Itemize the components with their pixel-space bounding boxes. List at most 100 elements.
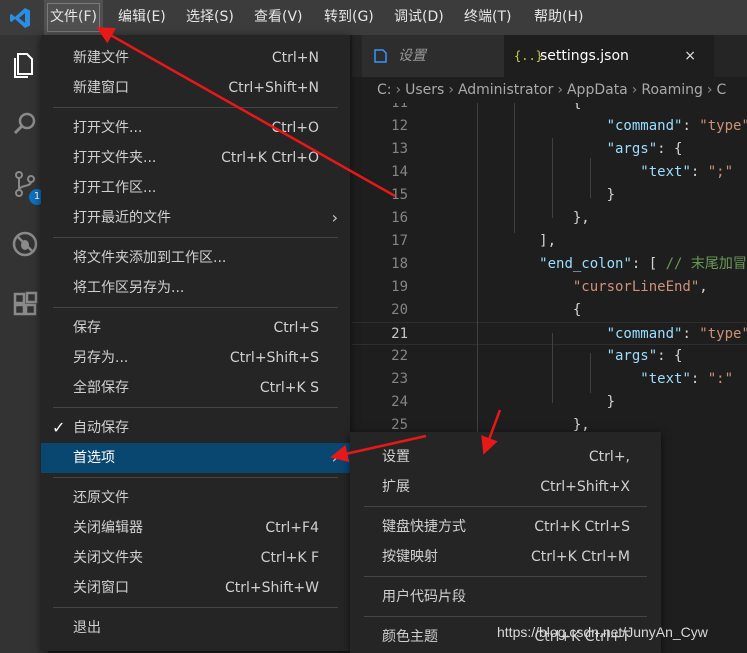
menu-item-label: 打开最近的文件 xyxy=(73,210,171,226)
line-text: { xyxy=(438,299,581,322)
line-number: 16 xyxy=(391,210,408,226)
file-menu-item[interactable]: 全部保存 Ctrl+K S xyxy=(41,373,350,403)
code-token: : xyxy=(682,326,700,342)
tab-settings-ui[interactable]: 设置 xyxy=(362,35,504,77)
line-text: "args": { xyxy=(438,138,683,161)
file-menu-item[interactable]: 打开文件... Ctrl+O xyxy=(41,113,350,143)
menu-item-label: 打开工作区... xyxy=(73,180,157,196)
breadcrumb-item[interactable]: AppData xyxy=(567,77,628,103)
menu-item-shortcut: Ctrl+, xyxy=(588,449,630,465)
code-line: 20 { xyxy=(352,299,747,322)
close-icon[interactable]: × xyxy=(684,35,696,77)
code-token: "cursorLineEnd" xyxy=(572,279,700,295)
code-token: "command" xyxy=(606,118,683,134)
menu-separator xyxy=(53,477,338,478)
breadcrumb-item[interactable]: Users xyxy=(405,77,444,103)
file-menu-item[interactable]: 将文件夹添加到工作区... xyxy=(41,243,350,273)
menu-item-label: 自动保存 xyxy=(73,420,129,436)
menu-item-shortcut: Ctrl+K Ctrl+S xyxy=(534,519,630,535)
gear-icon xyxy=(374,49,387,63)
menu-item-label: 新建窗口 xyxy=(73,80,129,96)
menu-separator xyxy=(53,237,338,238)
tab-settings-json[interactable]: {..} settings.json × xyxy=(504,35,714,77)
code-token: "text" xyxy=(640,371,691,387)
file-menu-item[interactable]: 关闭文件夹 Ctrl+K F xyxy=(41,543,350,573)
breadcrumb-separator: › xyxy=(706,82,713,98)
debug-icon[interactable] xyxy=(10,229,40,259)
preferences-menu-item[interactable]: 键盘快捷方式 Ctrl+K Ctrl+S xyxy=(350,512,661,542)
code-token: : { xyxy=(657,348,683,364)
file-menu-item[interactable]: 退出 xyxy=(41,613,350,643)
line-text: { xyxy=(438,103,581,115)
code-token: "args" xyxy=(606,348,658,364)
menubar-item-6[interactable]: 终端(T) xyxy=(458,0,517,35)
menu-item-label: 键盘快捷方式 xyxy=(382,519,466,535)
code-token: { xyxy=(438,302,582,318)
file-menu-item[interactable]: 打开文件夹... Ctrl+K Ctrl+O xyxy=(41,143,350,173)
preferences-menu-item[interactable]: 扩展 Ctrl+Shift+X xyxy=(350,472,661,502)
breadcrumb-item[interactable]: Administrator xyxy=(458,77,553,103)
indent-guide xyxy=(590,158,591,198)
menubar-item-7[interactable]: 帮助(H) xyxy=(528,0,589,35)
line-number: 17 xyxy=(391,233,408,249)
code-token: "type" xyxy=(699,118,747,134)
menubar-item-1[interactable]: 编辑(E) xyxy=(112,0,172,35)
menu-item-label: 关闭文件夹 xyxy=(73,550,143,566)
code-token: : [ xyxy=(631,256,666,272)
line-number: 24 xyxy=(391,394,408,410)
file-menu-item[interactable]: 首选项 › xyxy=(41,443,350,473)
breadcrumb-separator: › xyxy=(448,82,454,98)
file-menu-item[interactable]: 新建文件 Ctrl+N xyxy=(41,43,350,73)
menubar-item-3[interactable]: 查看(V) xyxy=(248,0,309,35)
menu-item-shortcut: Ctrl+O xyxy=(271,120,319,136)
menu-item-label: 退出 xyxy=(73,620,101,636)
indent-guide xyxy=(552,138,553,218)
extensions-icon[interactable] xyxy=(10,289,40,319)
menu-item-shortcut: Ctrl+K Ctrl+O xyxy=(221,150,319,166)
search-icon[interactable] xyxy=(10,109,40,139)
menubar-item-2[interactable]: 选择(S) xyxy=(180,0,240,35)
code-token: ], xyxy=(438,233,557,249)
file-menu-item[interactable]: 打开工作区... xyxy=(41,173,350,203)
file-menu-item[interactable]: 另存为... Ctrl+Shift+S xyxy=(41,343,350,373)
menubar-item-0[interactable]: 文件(F) xyxy=(44,0,103,35)
menu-item-label: 打开文件... xyxy=(73,120,143,136)
line-number: 11 xyxy=(391,103,408,111)
line-number: 12 xyxy=(391,118,408,134)
code-token: ":" xyxy=(707,371,734,387)
line-text: "text": ";" xyxy=(438,161,733,184)
code-line: 21 "command": "type", xyxy=(352,322,747,345)
file-menu-item[interactable]: 还原文件 xyxy=(41,483,350,513)
file-menu-item[interactable]: 保存 Ctrl+S xyxy=(41,313,350,343)
indent-guide xyxy=(590,353,591,393)
json-braces-icon: {..} xyxy=(514,49,543,63)
breadcrumb-item[interactable]: C: xyxy=(377,77,392,103)
line-number: 18 xyxy=(391,256,408,272)
line-number: 13 xyxy=(391,141,408,157)
menu-item-shortcut: Ctrl+K F xyxy=(260,550,319,566)
file-menu-item[interactable]: 打开最近的文件 › xyxy=(41,203,350,233)
file-menu-item[interactable]: 新建窗口 Ctrl+Shift+N xyxy=(41,73,350,103)
explorer-icon[interactable] xyxy=(10,49,40,79)
preferences-menu-item[interactable]: 用户代码片段 xyxy=(350,582,661,612)
code-token: } xyxy=(438,394,616,410)
file-menu-item[interactable]: 将工作区另存为... xyxy=(41,273,350,303)
breadcrumb-item[interactable]: C xyxy=(717,77,727,103)
menubar-item-4[interactable]: 转到(G) xyxy=(318,0,380,35)
menubar-item-5[interactable]: 调试(D) xyxy=(388,0,450,35)
code-token: { xyxy=(438,103,582,111)
preferences-menu-item[interactable]: 设置 Ctrl+, xyxy=(350,442,661,472)
code-line: 23 "text": ":" xyxy=(352,368,747,391)
file-menu-item[interactable]: 关闭窗口 Ctrl+Shift+W xyxy=(41,573,350,603)
file-menu-item[interactable]: ✓ 自动保存 xyxy=(41,413,350,443)
menu-bar: 文件(F) 编辑(E) 选择(S) 查看(V) 转到(G) 调试(D) 终端(T) 帮助(H) xyxy=(0,0,747,35)
file-menu-item[interactable]: 关闭编辑器 Ctrl+F4 xyxy=(41,513,350,543)
preferences-menu-item[interactable]: 按键映射 Ctrl+K Ctrl+M xyxy=(350,542,661,572)
code-line: 24 } xyxy=(352,391,747,414)
indent-guide xyxy=(514,103,515,233)
breadcrumb-item[interactable]: Roaming xyxy=(641,77,703,103)
tab-label: settings.json xyxy=(540,48,629,64)
line-text: "command": "type", xyxy=(438,115,747,138)
